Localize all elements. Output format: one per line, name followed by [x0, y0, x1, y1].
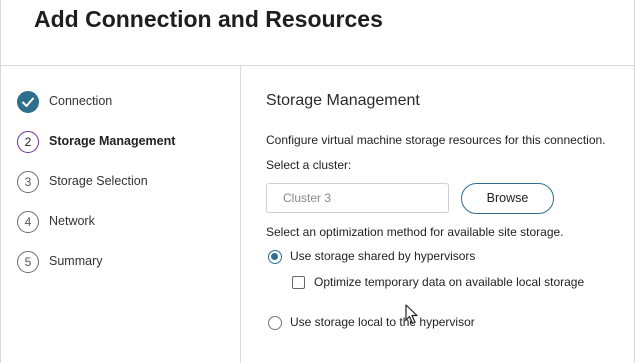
- step-number: 2: [17, 131, 39, 153]
- optimize-temp-checkbox[interactable]: [292, 276, 305, 289]
- step-label: Network: [49, 214, 95, 228]
- section-heading: Storage Management: [266, 92, 420, 109]
- local-storage-radio[interactable]: [268, 316, 282, 330]
- cluster-input[interactable]: Cluster 3: [266, 183, 449, 213]
- step-number: 5: [17, 251, 39, 273]
- step-label: Connection: [49, 94, 113, 108]
- description-text: Configure virtual machine storage resour…: [266, 133, 606, 147]
- dialog-header: Add Connection and Resources: [0, 0, 635, 66]
- shared-storage-label[interactable]: Use storage shared by hypervisors: [290, 249, 475, 263]
- optimize-temp-label[interactable]: Optimize temporary data on available loc…: [314, 275, 584, 289]
- step-number: 4: [17, 211, 39, 233]
- checkmark-icon: [17, 91, 39, 113]
- browse-button[interactable]: Browse: [461, 183, 554, 214]
- wizard-steps-sidebar: Connection 2 Storage Management 3 Storag…: [0, 66, 241, 363]
- step-number: 3: [17, 171, 39, 193]
- dialog-title: Add Connection and Resources: [34, 6, 383, 32]
- local-storage-label[interactable]: Use storage local to the hypervisor: [290, 315, 475, 329]
- mouse-cursor-icon: [405, 304, 419, 331]
- shared-storage-radio[interactable]: [268, 250, 282, 264]
- cluster-label: Select a cluster:: [266, 158, 352, 172]
- step-label: Storage Management: [49, 134, 176, 148]
- step-label: Storage Selection: [49, 174, 148, 188]
- optimization-label: Select an optimization method for availa…: [266, 225, 564, 239]
- step-label: Summary: [49, 254, 103, 268]
